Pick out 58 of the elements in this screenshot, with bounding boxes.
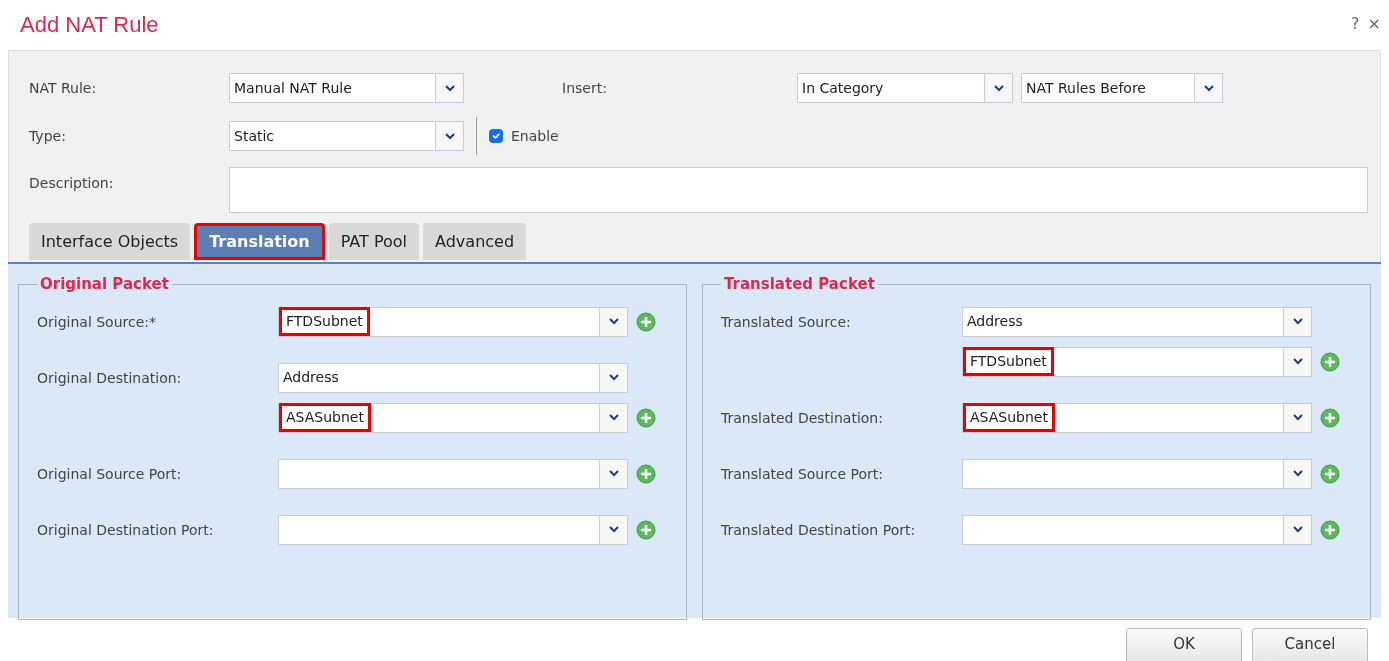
caret-icon: [444, 132, 455, 140]
section-title: Translated Packet: [723, 276, 876, 293]
add-icon[interactable]: [636, 463, 656, 484]
close-button[interactable]: ×: [1367, 12, 1381, 36]
field-label: Original Source:*: [37, 312, 158, 332]
add-icon[interactable]: [1320, 519, 1340, 540]
checkbox-label: Enable: [511, 126, 559, 146]
dropdown[interactable]: ASASubnet: [278, 402, 628, 433]
field-label: NAT Rule:: [29, 78, 98, 98]
field-label: Original Destination Port:: [37, 520, 215, 540]
dropdown[interactable]: In Category: [797, 73, 1013, 103]
add-icon[interactable]: [1320, 351, 1340, 372]
caret-icon: [1203, 84, 1214, 92]
section-title: Original Packet: [39, 276, 170, 293]
caret-icon: [608, 318, 619, 325]
dialog-button[interactable]: OK: [1126, 628, 1242, 661]
tab[interactable]: Translation: [194, 223, 325, 260]
caret-icon: [1292, 526, 1303, 533]
description-field[interactable]: [229, 167, 1368, 213]
field-label: Translated Destination:: [721, 408, 884, 428]
caret-icon: [993, 84, 1004, 92]
field-label: Original Source Port:: [37, 464, 183, 484]
tab[interactable]: Advanced: [423, 223, 527, 260]
add-icon[interactable]: [1320, 407, 1340, 428]
field-label: Description:: [29, 174, 115, 193]
dialog-button[interactable]: Cancel: [1252, 628, 1368, 661]
caret-icon: [608, 470, 619, 477]
caret-icon: [1292, 358, 1303, 365]
caret-icon: [1292, 414, 1303, 421]
dialog-title: Add NAT Rule: [20, 12, 159, 39]
field-label: Original Destination:: [37, 368, 183, 388]
field-label: Translated Source:: [721, 312, 852, 332]
checkbox[interactable]: [489, 129, 503, 143]
tab[interactable]: Interface Objects: [29, 223, 191, 260]
dropdown[interactable]: Address: [278, 362, 628, 393]
add-icon[interactable]: [636, 519, 656, 540]
field-label: Insert:: [562, 78, 608, 98]
field-label: Type:: [29, 126, 67, 146]
caret-icon: [1292, 318, 1303, 325]
field-label: Translated Source Port:: [721, 464, 884, 484]
field-label: Translated Destination Port:: [721, 520, 917, 540]
tab[interactable]: PAT Pool: [328, 223, 420, 260]
caret-icon: [444, 84, 455, 92]
dropdown[interactable]: Static: [229, 121, 464, 151]
dropdown[interactable]: Address: [962, 306, 1312, 337]
dropdown[interactable]: NAT Rules Before: [1021, 73, 1223, 103]
caret-icon: [608, 526, 619, 533]
caret-icon: [608, 374, 619, 381]
dropdown[interactable]: FTDSubnet: [278, 306, 628, 337]
add-icon[interactable]: [636, 407, 656, 428]
dropdown[interactable]: FTDSubnet: [962, 346, 1312, 377]
add-icon[interactable]: [636, 311, 656, 332]
dropdown[interactable]: Manual NAT Rule: [229, 73, 464, 103]
caret-icon: [1292, 470, 1303, 477]
help-button[interactable]: ?: [1351, 12, 1360, 36]
add-icon[interactable]: [1320, 463, 1340, 484]
dropdown[interactable]: ASASubnet: [962, 402, 1312, 433]
caret-icon: [608, 414, 619, 421]
